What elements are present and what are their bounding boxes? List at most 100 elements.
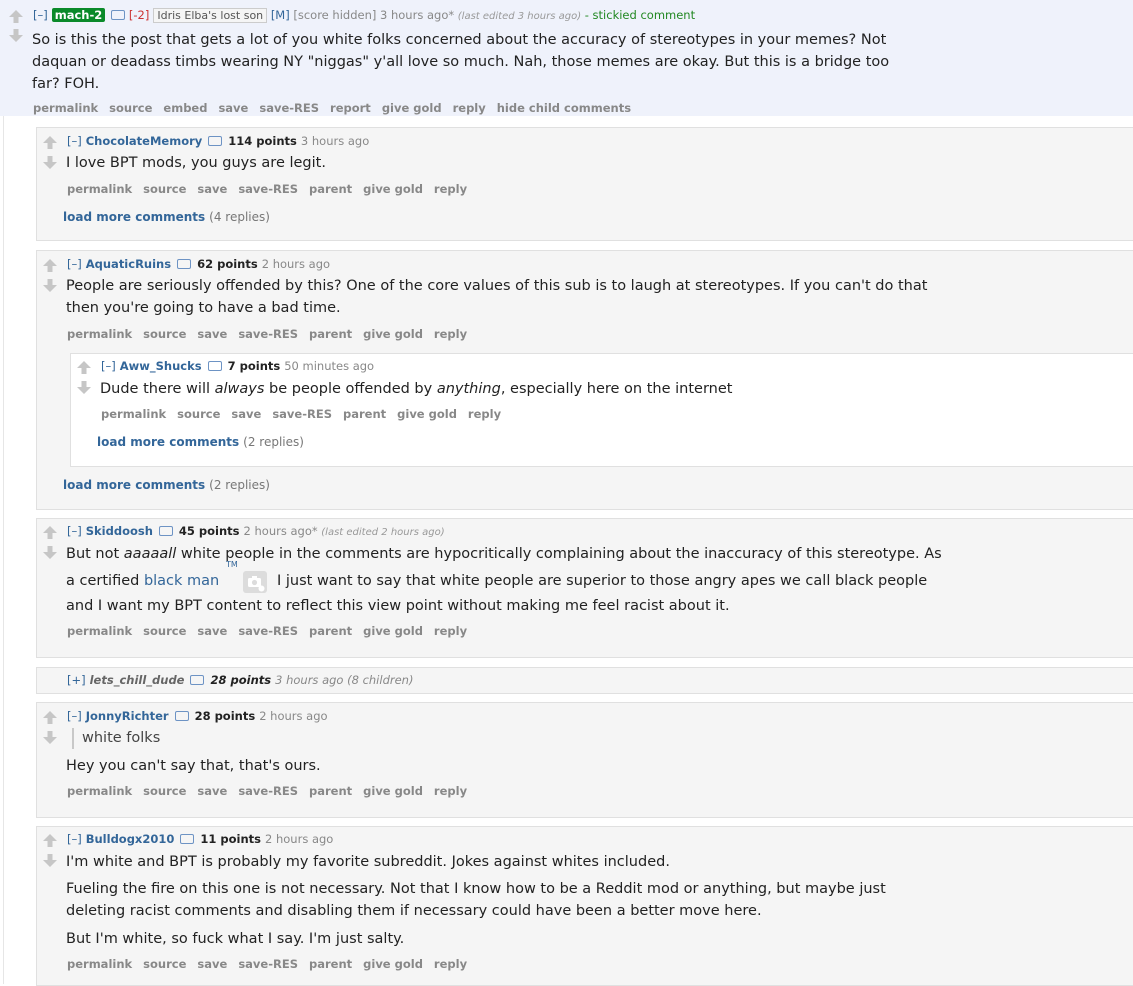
save-button[interactable]: save	[197, 957, 227, 971]
tag-icon[interactable]	[208, 135, 223, 146]
parent-button[interactable]: parent	[309, 957, 352, 971]
tag-icon[interactable]	[174, 710, 189, 721]
upvote-arrow-icon[interactable]	[7, 8, 25, 26]
source-button[interactable]: source	[143, 624, 186, 638]
save-res-button[interactable]: save-RES	[272, 407, 332, 421]
source-button[interactable]: source	[177, 407, 220, 421]
embed-button[interactable]: embed	[163, 101, 207, 115]
save-button[interactable]: save	[231, 407, 261, 421]
permalink-button[interactable]: permalink	[33, 101, 98, 115]
load-more-comments-link[interactable]: load more comments	[63, 210, 205, 224]
upvote-arrow-icon[interactable]	[41, 709, 59, 727]
save-res-button[interactable]: save-RES	[238, 182, 298, 196]
give-gold-button[interactable]: give gold	[363, 624, 423, 638]
author-link[interactable]: JonnyRichter	[86, 709, 169, 723]
give-gold-button[interactable]: give gold	[363, 784, 423, 798]
author-link[interactable]: Bulldogx2010	[86, 832, 175, 846]
tag-icon[interactable]	[177, 258, 192, 269]
reply-button[interactable]: reply	[434, 784, 467, 798]
save-button[interactable]: save	[197, 327, 227, 341]
expand-toggle[interactable]: [+]	[67, 673, 86, 687]
save-res-button[interactable]: save-RES	[238, 957, 298, 971]
parent-button[interactable]: parent	[309, 327, 352, 341]
parent-button[interactable]: parent	[343, 407, 386, 421]
permalink-button[interactable]: permalink	[67, 957, 132, 971]
downvote-arrow-icon[interactable]	[7, 26, 25, 44]
give-gold-button[interactable]: give gold	[382, 101, 442, 115]
collapse-toggle[interactable]: [–]	[67, 257, 82, 271]
report-button[interactable]: report	[330, 101, 371, 115]
collapse-toggle[interactable]: [–]	[101, 359, 116, 373]
save-res-button[interactable]: save-RES	[238, 784, 298, 798]
permalink-button[interactable]: permalink	[101, 407, 166, 421]
permalink-button[interactable]: permalink	[67, 784, 132, 798]
downvote-arrow-icon[interactable]	[41, 851, 59, 869]
upvote-arrow-icon[interactable]	[41, 134, 59, 152]
source-button[interactable]: source	[143, 182, 186, 196]
source-button[interactable]: source	[143, 327, 186, 341]
comment-line: I just want to say that white people are…	[277, 573, 928, 589]
comment-line: daquan or deadass timbs wearing NY "nigg…	[32, 54, 890, 70]
comment-body: I love BPT mods, you guys are legit.	[66, 155, 326, 171]
save-button[interactable]: save	[197, 784, 227, 798]
parent-button[interactable]: parent	[309, 182, 352, 196]
permalink-button[interactable]: permalink	[67, 624, 132, 638]
collapse-toggle[interactable]: [–]	[67, 524, 82, 538]
author-link[interactable]: mach-2	[51, 8, 106, 22]
reply-button[interactable]: reply	[453, 101, 486, 115]
reply-button[interactable]: reply	[468, 407, 501, 421]
upvote-arrow-icon[interactable]	[41, 257, 59, 275]
source-button[interactable]: source	[143, 784, 186, 798]
moderator-tag[interactable]: [M]	[271, 8, 290, 22]
collapse-toggle[interactable]: [–]	[67, 832, 82, 846]
save-button[interactable]: save	[218, 101, 248, 115]
source-button[interactable]: source	[143, 957, 186, 971]
tag-icon[interactable]	[190, 674, 205, 685]
hide-child-comments-button[interactable]: hide child comments	[497, 101, 631, 115]
comment-actions: permalink source save save-RES parent give go…	[67, 957, 478, 971]
permalink-button[interactable]: permalink	[67, 182, 132, 196]
give-gold-button[interactable]: give gold	[363, 182, 423, 196]
comment-tagline: [–] JonnyRichter 28 points 2 hours ago	[67, 709, 328, 723]
source-button[interactable]: source	[109, 101, 152, 115]
downvote-arrow-icon[interactable]	[75, 378, 93, 396]
reply-button[interactable]: reply	[434, 182, 467, 196]
author-link[interactable]: AquaticRuins	[86, 257, 171, 271]
collapse-toggle[interactable]: [–]	[67, 709, 82, 723]
save-res-button[interactable]: save-RES	[238, 624, 298, 638]
reply-button[interactable]: reply	[434, 327, 467, 341]
save-button[interactable]: save	[197, 182, 227, 196]
load-more-comments-link[interactable]: load more comments	[63, 478, 205, 492]
tag-icon[interactable]	[158, 525, 173, 536]
save-res-button[interactable]: save-RES	[238, 327, 298, 341]
author-link[interactable]: lets_chill_dude	[90, 673, 185, 687]
upvote-arrow-icon[interactable]	[41, 832, 59, 850]
downvote-arrow-icon[interactable]	[41, 276, 59, 294]
collapse-toggle[interactable]: [–]	[33, 8, 48, 22]
reply-button[interactable]: reply	[434, 624, 467, 638]
collapse-toggle[interactable]: [–]	[67, 134, 82, 148]
tag-icon[interactable]	[111, 9, 126, 20]
downvote-arrow-icon[interactable]	[41, 153, 59, 171]
camera-icon[interactable]	[243, 571, 267, 593]
load-more-comments-link[interactable]: load more comments	[97, 435, 239, 449]
give-gold-button[interactable]: give gold	[397, 407, 457, 421]
author-link[interactable]: ChocolateMemory	[86, 134, 203, 148]
author-link[interactable]: Skiddoosh	[86, 524, 153, 538]
parent-button[interactable]: parent	[309, 624, 352, 638]
black-man-link[interactable]: black man	[144, 573, 219, 589]
parent-button[interactable]: parent	[309, 784, 352, 798]
tag-icon[interactable]	[207, 360, 222, 371]
give-gold-button[interactable]: give gold	[363, 327, 423, 341]
tag-icon[interactable]	[180, 833, 195, 844]
save-button[interactable]: save	[197, 624, 227, 638]
downvote-arrow-icon[interactable]	[41, 728, 59, 746]
give-gold-button[interactable]: give gold	[363, 957, 423, 971]
upvote-arrow-icon[interactable]	[75, 359, 93, 377]
permalink-button[interactable]: permalink	[67, 327, 132, 341]
downvote-arrow-icon[interactable]	[41, 543, 59, 561]
save-res-button[interactable]: save-RES	[259, 101, 319, 115]
reply-button[interactable]: reply	[434, 957, 467, 971]
upvote-arrow-icon[interactable]	[41, 524, 59, 542]
author-link[interactable]: Aww_Shucks	[120, 359, 202, 373]
